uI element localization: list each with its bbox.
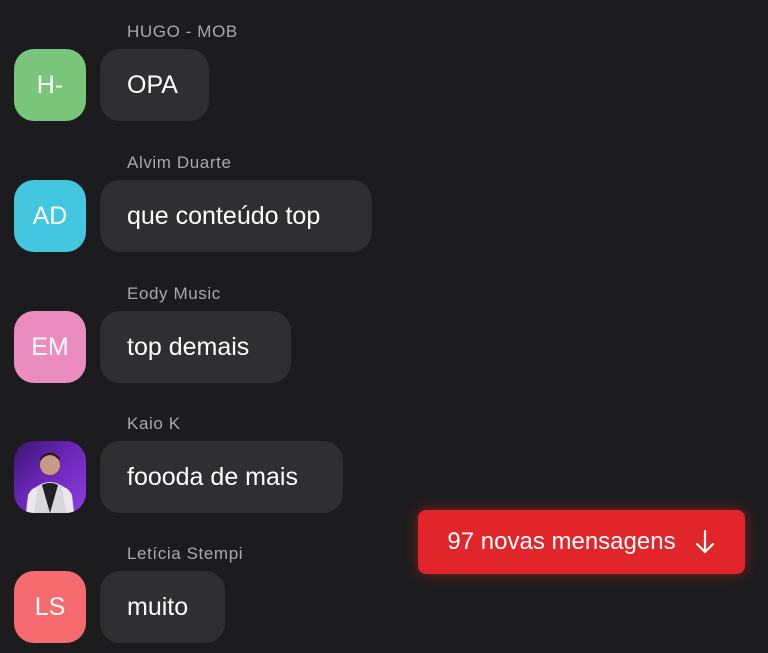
- avatar-initials: EM: [31, 332, 69, 361]
- avatar[interactable]: AD: [14, 180, 86, 252]
- message-bubble[interactable]: foooda de mais: [100, 441, 343, 513]
- message-bubble[interactable]: OPA: [100, 49, 209, 121]
- message-bubble[interactable]: top demais: [100, 311, 291, 383]
- sender-name: Alvim Duarte: [127, 153, 232, 172]
- new-messages-button[interactable]: 97 novas mensagens: [418, 510, 745, 574]
- avatar[interactable]: LS: [14, 571, 86, 643]
- profile-photo-icon: [26, 452, 74, 513]
- message-text: muito: [127, 592, 189, 621]
- arrow-down-icon: [695, 529, 714, 554]
- avatar-initials: AD: [32, 201, 68, 230]
- sender-name: Kaio K: [127, 414, 181, 433]
- sender-name: Eody Music: [127, 284, 221, 303]
- avatar-initials: LS: [34, 592, 66, 621]
- message-text: top demais: [127, 332, 250, 361]
- avatar-initials: H-: [36, 70, 64, 99]
- message-text: OPA: [127, 70, 178, 99]
- avatar[interactable]: [14, 441, 86, 513]
- message-bubble[interactable]: que conteúdo top: [100, 180, 372, 252]
- message-text: que conteúdo top: [127, 201, 321, 230]
- message-bubble[interactable]: muito: [100, 571, 225, 643]
- message-text: foooda de mais: [127, 462, 298, 491]
- new-messages-label: 97 novas mensagens: [447, 528, 676, 555]
- avatar[interactable]: EM: [14, 311, 86, 383]
- avatar[interactable]: H-: [14, 49, 86, 121]
- sender-name: Letícia Stempi: [127, 544, 244, 563]
- sender-name: HUGO - MOB: [127, 22, 238, 41]
